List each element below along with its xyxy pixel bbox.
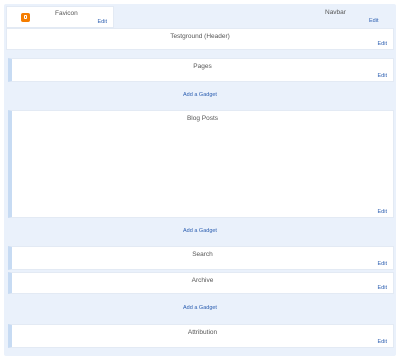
pages-title: Pages <box>193 63 212 70</box>
search-title: Search <box>192 251 213 258</box>
blogger-logo-icon <box>21 13 30 22</box>
archive-title: Archive <box>191 277 214 284</box>
favicon-edit-link[interactable]: Edit <box>98 19 107 25</box>
attribution-title: Attribution <box>187 329 218 336</box>
search-edit-link[interactable]: Edit <box>378 261 387 267</box>
navbar-edit-link[interactable]: Edit <box>369 18 378 24</box>
favicon-gadget[interactable]: Favicon Edit <box>6 6 114 28</box>
attribution-gadget[interactable]: Attribution Edit <box>8 324 394 348</box>
attribution-edit-link[interactable]: Edit <box>378 339 387 345</box>
blog-posts-gadget[interactable]: Blog Posts Edit <box>8 110 394 218</box>
header-gadget[interactable]: Testground (Header) Edit <box>6 28 394 50</box>
header-edit-link[interactable]: Edit <box>378 41 387 47</box>
archive-edit-link[interactable]: Edit <box>378 285 387 291</box>
search-gadget[interactable]: Search Edit <box>8 246 394 270</box>
add-gadget-link-3[interactable]: Add a Gadget <box>4 299 396 317</box>
navbar-title: Navbar <box>325 9 346 16</box>
add-gadget-link-1[interactable]: Add a Gadget <box>4 86 396 104</box>
favicon-title: Favicon <box>55 10 78 17</box>
header-title: Testground (Header) <box>170 33 230 40</box>
archive-gadget[interactable]: Archive Edit <box>8 272 394 294</box>
pages-edit-link[interactable]: Edit <box>378 73 387 79</box>
blog-posts-edit-link[interactable]: Edit <box>378 209 387 215</box>
blog-posts-title: Blog Posts <box>186 115 219 122</box>
pages-gadget[interactable]: Pages Edit <box>8 58 394 82</box>
add-gadget-link-2[interactable]: Add a Gadget <box>4 222 396 240</box>
